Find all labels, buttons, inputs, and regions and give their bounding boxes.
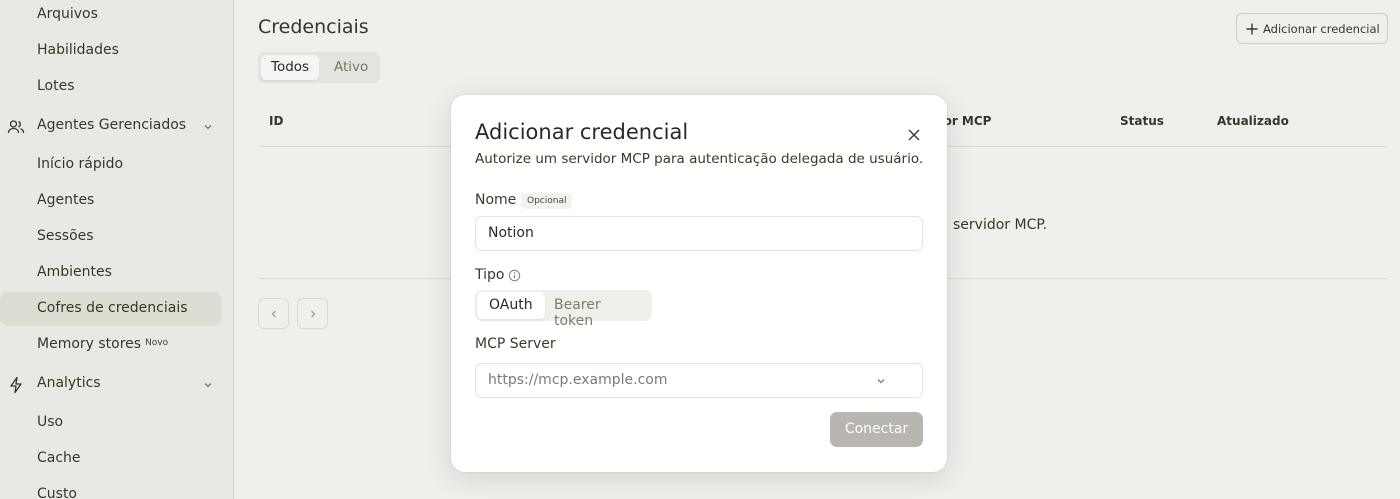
close-icon[interactable] xyxy=(906,127,922,143)
mcp-server-select[interactable]: https://mcp.example.com xyxy=(475,363,923,398)
dialog-title: Adicionar credencial xyxy=(475,120,689,144)
dialog-subtitle: Autorize um servidor MCP para autenticaç… xyxy=(475,151,924,167)
name-label: Nome xyxy=(475,192,517,208)
mcp-server-label: MCP Server xyxy=(475,336,556,352)
info-icon[interactable] xyxy=(508,269,521,282)
type-label: Tipo xyxy=(475,267,505,283)
add-credential-dialog: Adicionar credencial Autorize um servido… xyxy=(451,95,947,472)
connect-button[interactable]: Conectar xyxy=(830,412,923,447)
type-selector: OAuth Bearer token xyxy=(475,290,652,329)
optional-badge: Opcional xyxy=(521,193,573,209)
type-option-bearer-token[interactable]: Bearer token xyxy=(542,292,652,329)
chevron-down-icon xyxy=(877,379,885,384)
type-option-oauth[interactable]: OAuth xyxy=(477,292,545,319)
name-field[interactable]: Notion xyxy=(475,216,923,251)
